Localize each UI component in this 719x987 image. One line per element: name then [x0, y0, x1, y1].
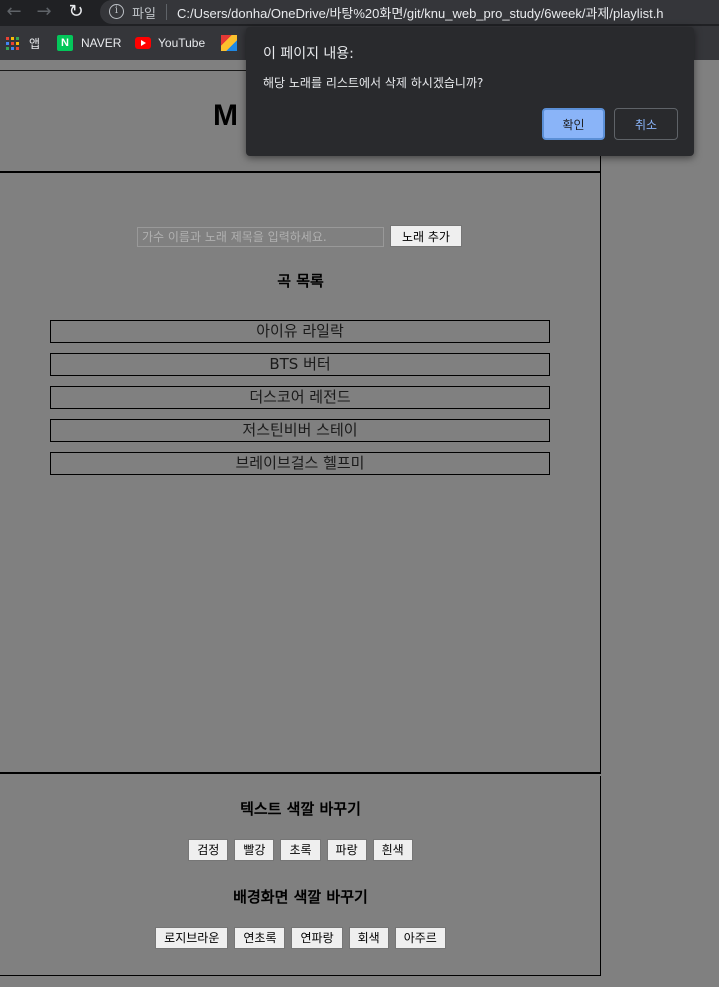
text-color-buttons: 검정 빨강 초록 파랑 흰색 — [0, 839, 601, 861]
forward-arrow-icon[interactable]: → — [32, 1, 56, 23]
song-list: 아이유 라일락 BTS 버터 더스코어 레전드 저스틴비버 스테이 브레이브걸스… — [50, 320, 550, 485]
bg-color-azure-button[interactable]: 아주르 — [394, 927, 446, 949]
playlist-section: 노래 추가 곡 목록 아이유 라일락 BTS 버터 더스코어 레전드 저스틴비버… — [0, 171, 601, 774]
bookmark-extra[interactable] — [221, 34, 237, 52]
song-item[interactable]: 아이유 라일락 — [50, 320, 550, 343]
url-separator — [166, 4, 167, 20]
song-input[interactable] — [137, 227, 384, 247]
text-color-title: 텍스트 색깔 바꾸기 — [240, 800, 361, 818]
back-arrow-icon[interactable]: ← — [2, 1, 26, 23]
bg-color-lightblue-button[interactable]: 연파랑 — [291, 927, 343, 949]
text-color-white-button[interactable]: 흰색 — [372, 839, 413, 861]
bookmark-apps[interactable]: 앱 — [6, 34, 40, 52]
text-color-red-button[interactable]: 빨강 — [234, 839, 275, 861]
text-color-black-button[interactable]: 검정 — [188, 839, 229, 861]
color-controls: 텍스트 색깔 바꾸기 검정 빨강 초록 파랑 흰색 배경화면 색깔 바꾸기 로지… — [0, 776, 601, 976]
apps-grid-icon — [6, 36, 19, 50]
page-title: M — [213, 99, 238, 132]
reload-icon[interactable]: ↻ — [64, 1, 88, 23]
confirm-dialog: 이 페이지 내용: 해당 노래를 리스트에서 삭제 하시겠습니까? 확인 취소 — [246, 27, 694, 156]
bookmark-youtube[interactable]: YouTube — [135, 34, 205, 52]
bg-color-title: 배경화면 색깔 바꾸기 — [233, 888, 368, 906]
dialog-message: 해당 노래를 리스트에서 삭제 하시겠습니까? — [263, 76, 484, 90]
info-icon[interactable]: i — [109, 4, 124, 19]
youtube-icon — [135, 37, 151, 49]
song-item[interactable]: 저스틴비버 스테이 — [50, 419, 550, 442]
address-bar[interactable]: i 파일 C:/Users/donha/OneDrive/바탕%20화면/git… — [100, 0, 719, 24]
song-list-title: 곡 목록 — [277, 272, 324, 290]
dialog-title: 이 페이지 내용: — [263, 46, 354, 62]
bookmark-naver[interactable]: N NAVER — [57, 34, 121, 52]
bookmark-label: NAVER — [81, 36, 122, 50]
bg-color-buttons: 로지브라운 연초록 연파랑 회색 아주르 — [0, 927, 601, 949]
bookmark-favicon-icon — [221, 35, 237, 51]
url-text[interactable]: C:/Users/donha/OneDrive/바탕%20화면/git/knu_… — [177, 3, 664, 22]
page-content: M 노래 추가 곡 목록 아이유 라일락 BTS 버터 더스코어 레전드 저스틴… — [0, 60, 719, 987]
song-item[interactable]: 브레이브걸스 헬프미 — [50, 452, 550, 475]
text-color-green-button[interactable]: 초록 — [280, 839, 321, 861]
bg-color-lightgreen-button[interactable]: 연초록 — [234, 927, 286, 949]
bookmark-label: YouTube — [158, 36, 206, 50]
bg-color-rosybrown-button[interactable]: 로지브라운 — [155, 927, 229, 949]
song-item[interactable]: BTS 버터 — [50, 353, 550, 376]
dialog-cancel-button[interactable]: 취소 — [614, 108, 678, 140]
text-color-blue-button[interactable]: 파랑 — [326, 839, 367, 861]
bookmark-label: 앱 — [29, 36, 41, 51]
add-song-button[interactable]: 노래 추가 — [390, 225, 462, 247]
dialog-ok-button[interactable]: 확인 — [542, 108, 605, 140]
bg-color-gray-button[interactable]: 회색 — [348, 927, 389, 949]
song-item[interactable]: 더스코어 레전드 — [50, 386, 550, 409]
naver-icon: N — [57, 35, 73, 51]
browser-toolbar: ← → ↻ i 파일 C:/Users/donha/OneDrive/바탕%20… — [0, 0, 719, 26]
scheme-label: 파일 — [132, 7, 156, 22]
